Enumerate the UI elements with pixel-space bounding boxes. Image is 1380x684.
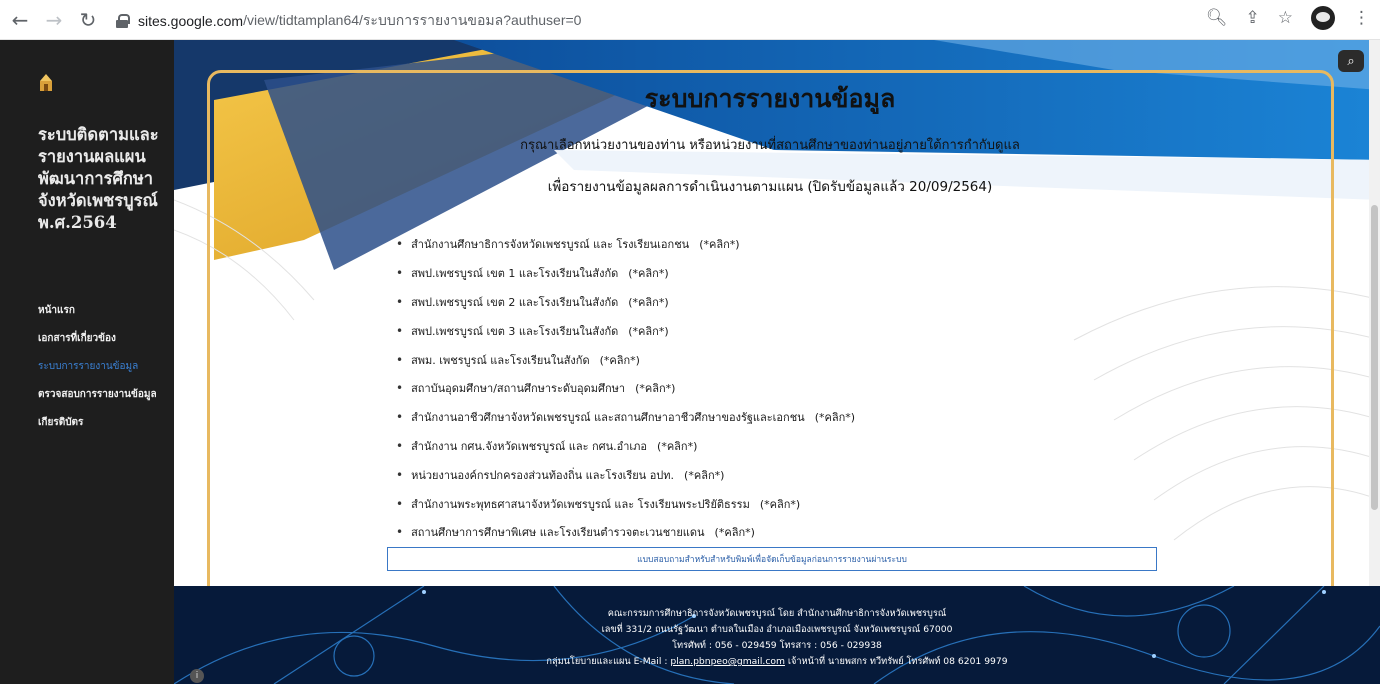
lock-icon — [116, 14, 130, 28]
list-item[interactable]: สำนักงานพระพุทธศาสนาจังหวัดเพชรบูรณ์ และ… — [396, 489, 855, 518]
url-path: /view/tidtamplan64/ระบบการรายงานขอมล?aut… — [243, 12, 582, 28]
list-item[interactable]: หน่วยงานองค์กรปกครองส่วนท้องถิ่น และโรงเ… — [396, 460, 855, 489]
list-item[interactable]: สถาบันอุดมศึกษา/สถานศึกษาระดับอุดมศึกษา(… — [396, 374, 855, 403]
site-logo-icon — [40, 74, 52, 91]
footer-line: เลขที่ 331/2 ถนนรัฐวัฒนา ตำบลในเมือง อำเ… — [601, 624, 953, 635]
survey-form-button[interactable]: แบบสอบถามสำหรับสำหรับพิมพ์เพื่อจัดเก็บข้… — [387, 547, 1157, 571]
closing-notice: เพื่อรายงานข้อมูลผลการดำเนินงานตามแผน (ป… — [547, 179, 993, 195]
site-title[interactable]: ระบบติดตามและรายงานผลแผนพัฒนาการศึกษาจัง… — [38, 124, 174, 234]
list-item[interactable]: สถานศึกษาการศึกษาพิเศษ และโรงเรียนตำรวจต… — [396, 518, 855, 547]
zoom-icon[interactable]: 🔍︎ — [1206, 8, 1228, 28]
back-icon[interactable]: ← — [6, 6, 34, 34]
email-link[interactable]: plan.pbnpeo@gmail.com — [670, 656, 785, 667]
list-item[interactable]: สพป.เพชรบูรณ์ เขต 1 และโรงเรียนในสังกัด(… — [396, 259, 855, 288]
reload-icon[interactable]: ↻ — [74, 6, 102, 34]
list-item[interactable]: สพป.เพชรบูรณ์ เขต 2 และโรงเรียนในสังกัด(… — [396, 288, 855, 317]
menu-dots-icon[interactable]: ⋮ — [1353, 8, 1370, 28]
agency-list: สำนักงานศึกษาธิการจังหวัดเพชรบูรณ์ และ โ… — [396, 230, 855, 547]
nav-item-check-report[interactable]: ตรวจสอบการรายงานข้อมูล — [38, 388, 157, 416]
footer-line: โทรศัพท์ : 056 - 029459 โทรสาร : 056 - 0… — [672, 640, 882, 651]
page-scrollbar[interactable] — [1369, 40, 1380, 586]
nav-item-certificate[interactable]: เกียรติบัตร — [38, 416, 157, 444]
footer-line: กลุ่มนโยบายและแผน E-Mail : plan.pbnpeo@g… — [546, 656, 1008, 667]
click-link[interactable]: (*คลิก*) — [815, 408, 855, 426]
bookmark-star-icon[interactable]: ☆ — [1278, 8, 1293, 28]
list-item[interactable]: สำนักงานศึกษาธิการจังหวัดเพชรบูรณ์ และ โ… — [396, 230, 855, 259]
scrollbar-thumb[interactable] — [1371, 205, 1378, 510]
url-host: sites.google.com — [138, 13, 244, 29]
list-item[interactable]: สพป.เพชรบูรณ์ เขต 3 และโรงเรียนในสังกัด(… — [396, 316, 855, 345]
click-link[interactable]: (*คลิก*) — [684, 466, 724, 484]
click-link[interactable]: (*คลิก*) — [600, 351, 640, 369]
address-bar[interactable]: sites.google.com/view/tidtamplan64/ระบบก… — [116, 9, 581, 33]
click-link[interactable]: (*คลิก*) — [635, 379, 675, 397]
browser-toolbar: ← → ↻ sites.google.com/view/tidtamplan64… — [0, 0, 1380, 40]
click-link[interactable]: (*คลิก*) — [628, 293, 668, 311]
list-item[interactable]: สพม. เพชรบูรณ์ และโรงเรียนในสังกัด(*คลิก… — [396, 345, 855, 374]
nav-item-documents[interactable]: เอกสารที่เกี่ยวข้อง — [38, 332, 157, 360]
click-link[interactable]: (*คลิก*) — [760, 495, 800, 513]
site-navigation: หน้าแรก เอกสารที่เกี่ยวข้อง ระบบการรายงา… — [38, 304, 157, 444]
list-item[interactable]: สำนักงาน กศน.จังหวัดเพชรบูรณ์ และ กศน.อำ… — [396, 432, 855, 461]
click-link[interactable]: (*คลิก*) — [699, 235, 739, 253]
info-icon[interactable]: i — [190, 669, 204, 683]
nav-item-home[interactable]: หน้าแรก — [38, 304, 157, 332]
instruction-text: กรุณาเลือกหน่วยงานของท่าน หรือหน่วยงานที… — [520, 138, 1020, 153]
footer-line: คณะกรรมการศึกษาธิการจังหวัดเพชรบูรณ์ โดย… — [607, 608, 947, 619]
click-link[interactable]: (*คลิก*) — [628, 264, 668, 282]
profile-avatar[interactable] — [1311, 6, 1335, 30]
click-link[interactable]: (*คลิก*) — [715, 523, 755, 541]
list-item[interactable]: สำนักงานอาชีวศึกษาจังหวัดเพชรบูรณ์ และสถ… — [396, 403, 855, 432]
forward-icon[interactable]: → — [40, 6, 68, 34]
click-link[interactable]: (*คลิก*) — [628, 322, 668, 340]
share-icon[interactable]: ⇪ — [1246, 8, 1260, 28]
site-search-icon[interactable]: ⌕ — [1338, 50, 1364, 72]
page-title: ระบบการรายงานข้อมูล — [644, 84, 896, 113]
site-sidebar: ระบบติดตามและรายงานผลแผนพัฒนาการศึกษาจัง… — [0, 40, 174, 684]
nav-item-reporting-system[interactable]: ระบบการรายงานข้อมูล — [38, 360, 157, 388]
click-link[interactable]: (*คลิก*) — [657, 437, 697, 455]
footer-contact: คณะกรรมการศึกษาธิการจังหวัดเพชรบูรณ์ โดย… — [174, 606, 1380, 670]
site-footer: คณะกรรมการศึกษาธิการจังหวัดเพชรบูรณ์ โดย… — [174, 586, 1380, 684]
